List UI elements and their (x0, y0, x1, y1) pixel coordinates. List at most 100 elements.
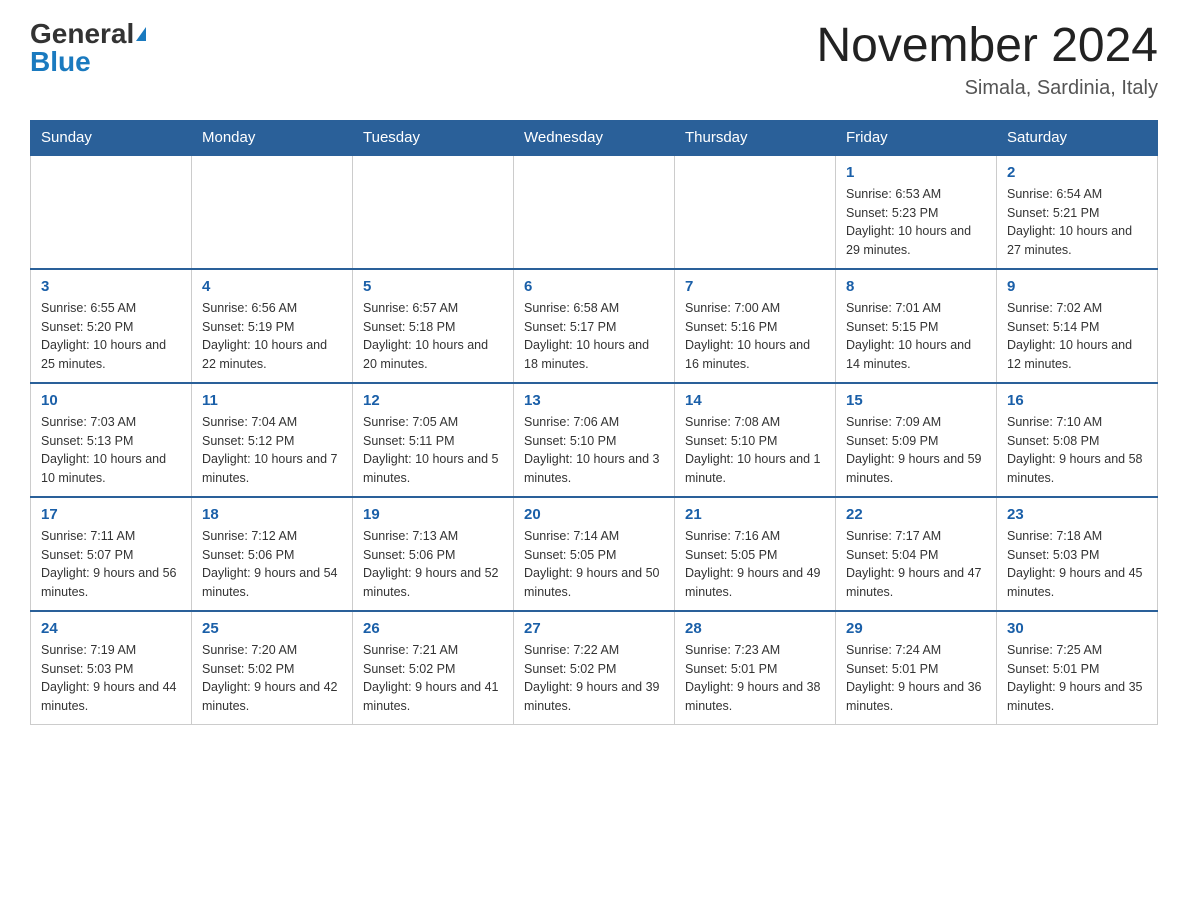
cell-day-number: 30 (1007, 620, 1147, 637)
calendar-cell (514, 155, 675, 269)
cell-day-number: 8 (846, 278, 986, 295)
logo: General Blue (30, 20, 146, 76)
week-row-5: 24Sunrise: 7:19 AMSunset: 5:03 PMDayligh… (31, 611, 1158, 725)
month-title: November 2024 (816, 20, 1158, 73)
cell-sun-info: Sunrise: 6:56 AMSunset: 5:19 PMDaylight:… (202, 299, 342, 374)
cell-day-number: 21 (685, 506, 825, 523)
cell-day-number: 20 (524, 506, 664, 523)
calendar-cell: 24Sunrise: 7:19 AMSunset: 5:03 PMDayligh… (31, 611, 192, 725)
cell-day-number: 27 (524, 620, 664, 637)
cell-day-number: 2 (1007, 164, 1147, 181)
cell-day-number: 3 (41, 278, 181, 295)
cell-day-number: 10 (41, 392, 181, 409)
cell-sun-info: Sunrise: 7:23 AMSunset: 5:01 PMDaylight:… (685, 641, 825, 716)
calendar-table: SundayMondayTuesdayWednesdayThursdayFrid… (30, 120, 1158, 725)
cell-sun-info: Sunrise: 7:00 AMSunset: 5:16 PMDaylight:… (685, 299, 825, 374)
cell-day-number: 24 (41, 620, 181, 637)
calendar-cell (675, 155, 836, 269)
calendar-cell: 17Sunrise: 7:11 AMSunset: 5:07 PMDayligh… (31, 497, 192, 611)
calendar-cell: 2 Sunrise: 6:54 AMSunset: 5:21 PMDaylight… (997, 155, 1158, 269)
calendar-cell: 26Sunrise: 7:21 AMSunset: 5:02 PMDayligh… (353, 611, 514, 725)
cell-day-number: 1 (846, 164, 986, 181)
calendar-cell (192, 155, 353, 269)
cell-day-number: 11 (202, 392, 342, 409)
calendar-cell: 3 Sunrise: 6:55 AMSunset: 5:20 PMDaylight… (31, 269, 192, 383)
cell-sun-info: Sunrise: 7:18 AMSunset: 5:03 PMDaylight:… (1007, 527, 1147, 602)
cell-day-number: 16 (1007, 392, 1147, 409)
calendar-cell: 27 Sunrise: 7:22 AMSunset: 5:02 PMDayligh… (514, 611, 675, 725)
cell-sun-info: Sunrise: 7:08 AMSunset: 5:10 PMDaylight:… (685, 413, 825, 488)
calendar-cell: 4 Sunrise: 6:56 AMSunset: 5:19 PMDaylight… (192, 269, 353, 383)
weekday-header-row: SundayMondayTuesdayWednesdayThursdayFrid… (31, 120, 1158, 155)
location-subtitle: Simala, Sardinia, Italy (816, 77, 1158, 100)
cell-sun-info: Sunrise: 7:20 AMSunset: 5:02 PMDaylight:… (202, 641, 342, 716)
week-row-1: 1 Sunrise: 6:53 AMSunset: 5:23 PMDaylight… (31, 155, 1158, 269)
title-area: November 2024 Simala, Sardinia, Italy (816, 20, 1158, 100)
cell-sun-info: Sunrise: 7:22 AMSunset: 5:02 PMDaylight:… (524, 641, 664, 716)
cell-day-number: 29 (846, 620, 986, 637)
calendar-cell: 12 Sunrise: 7:05 AMSunset: 5:11 PMDayligh… (353, 383, 514, 497)
calendar-cell: 1 Sunrise: 6:53 AMSunset: 5:23 PMDaylight… (836, 155, 997, 269)
cell-sun-info: Sunrise: 7:11 AMSunset: 5:07 PMDaylight:… (41, 527, 181, 602)
calendar-cell: 9 Sunrise: 7:02 AMSunset: 5:14 PMDaylight… (997, 269, 1158, 383)
weekday-header-sunday: Sunday (31, 120, 192, 155)
cell-sun-info: Sunrise: 7:25 AMSunset: 5:01 PMDaylight:… (1007, 641, 1147, 716)
page-header: General Blue November 2024 Simala, Sardi… (30, 20, 1158, 100)
calendar-cell: 23 Sunrise: 7:18 AMSunset: 5:03 PMDayligh… (997, 497, 1158, 611)
weekday-header-friday: Friday (836, 120, 997, 155)
cell-day-number: 26 (363, 620, 503, 637)
cell-sun-info: Sunrise: 7:05 AMSunset: 5:11 PMDaylight:… (363, 413, 503, 488)
cell-sun-info: Sunrise: 6:54 AMSunset: 5:21 PMDaylight:… (1007, 185, 1147, 260)
cell-day-number: 18 (202, 506, 342, 523)
calendar-cell: 19Sunrise: 7:13 AMSunset: 5:06 PMDayligh… (353, 497, 514, 611)
calendar-cell: 14 Sunrise: 7:08 AMSunset: 5:10 PMDayligh… (675, 383, 836, 497)
cell-day-number: 15 (846, 392, 986, 409)
cell-sun-info: Sunrise: 6:53 AMSunset: 5:23 PMDaylight:… (846, 185, 986, 260)
cell-sun-info: Sunrise: 6:57 AMSunset: 5:18 PMDaylight:… (363, 299, 503, 374)
week-row-2: 3 Sunrise: 6:55 AMSunset: 5:20 PMDaylight… (31, 269, 1158, 383)
cell-day-number: 9 (1007, 278, 1147, 295)
calendar-cell (31, 155, 192, 269)
cell-day-number: 12 (363, 392, 503, 409)
logo-blue: Blue (30, 48, 91, 76)
calendar-cell: 13Sunrise: 7:06 AMSunset: 5:10 PMDayligh… (514, 383, 675, 497)
cell-sun-info: Sunrise: 7:16 AMSunset: 5:05 PMDaylight:… (685, 527, 825, 602)
calendar-cell (353, 155, 514, 269)
cell-day-number: 5 (363, 278, 503, 295)
cell-day-number: 4 (202, 278, 342, 295)
calendar-cell: 6 Sunrise: 6:58 AMSunset: 5:17 PMDaylight… (514, 269, 675, 383)
cell-day-number: 13 (524, 392, 664, 409)
cell-day-number: 19 (363, 506, 503, 523)
cell-sun-info: Sunrise: 6:55 AMSunset: 5:20 PMDaylight:… (41, 299, 181, 374)
calendar-cell: 22Sunrise: 7:17 AMSunset: 5:04 PMDayligh… (836, 497, 997, 611)
calendar-cell: 7 Sunrise: 7:00 AMSunset: 5:16 PMDaylight… (675, 269, 836, 383)
logo-general: General (30, 20, 134, 48)
cell-sun-info: Sunrise: 6:58 AMSunset: 5:17 PMDaylight:… (524, 299, 664, 374)
calendar-cell: 5 Sunrise: 6:57 AMSunset: 5:18 PMDaylight… (353, 269, 514, 383)
cell-sun-info: Sunrise: 7:12 AMSunset: 5:06 PMDaylight:… (202, 527, 342, 602)
weekday-header-saturday: Saturday (997, 120, 1158, 155)
cell-sun-info: Sunrise: 7:01 AMSunset: 5:15 PMDaylight:… (846, 299, 986, 374)
calendar-cell: 8 Sunrise: 7:01 AMSunset: 5:15 PMDaylight… (836, 269, 997, 383)
cell-sun-info: Sunrise: 7:17 AMSunset: 5:04 PMDaylight:… (846, 527, 986, 602)
cell-day-number: 6 (524, 278, 664, 295)
calendar-cell: 15Sunrise: 7:09 AMSunset: 5:09 PMDayligh… (836, 383, 997, 497)
calendar-cell: 18 Sunrise: 7:12 AMSunset: 5:06 PMDayligh… (192, 497, 353, 611)
calendar-cell: 28 Sunrise: 7:23 AMSunset: 5:01 PMDayligh… (675, 611, 836, 725)
cell-sun-info: Sunrise: 7:24 AMSunset: 5:01 PMDaylight:… (846, 641, 986, 716)
weekday-header-monday: Monday (192, 120, 353, 155)
calendar-cell: 21 Sunrise: 7:16 AMSunset: 5:05 PMDayligh… (675, 497, 836, 611)
cell-day-number: 14 (685, 392, 825, 409)
calendar-cell: 25 Sunrise: 7:20 AMSunset: 5:02 PMDayligh… (192, 611, 353, 725)
cell-day-number: 7 (685, 278, 825, 295)
calendar-cell: 11Sunrise: 7:04 AMSunset: 5:12 PMDayligh… (192, 383, 353, 497)
cell-day-number: 25 (202, 620, 342, 637)
cell-day-number: 28 (685, 620, 825, 637)
calendar-cell: 16Sunrise: 7:10 AMSunset: 5:08 PMDayligh… (997, 383, 1158, 497)
cell-day-number: 23 (1007, 506, 1147, 523)
weekday-header-thursday: Thursday (675, 120, 836, 155)
cell-sun-info: Sunrise: 7:02 AMSunset: 5:14 PMDaylight:… (1007, 299, 1147, 374)
weekday-header-tuesday: Tuesday (353, 120, 514, 155)
calendar-cell: 29 Sunrise: 7:24 AMSunset: 5:01 PMDayligh… (836, 611, 997, 725)
cell-sun-info: Sunrise: 7:03 AMSunset: 5:13 PMDaylight:… (41, 413, 181, 488)
